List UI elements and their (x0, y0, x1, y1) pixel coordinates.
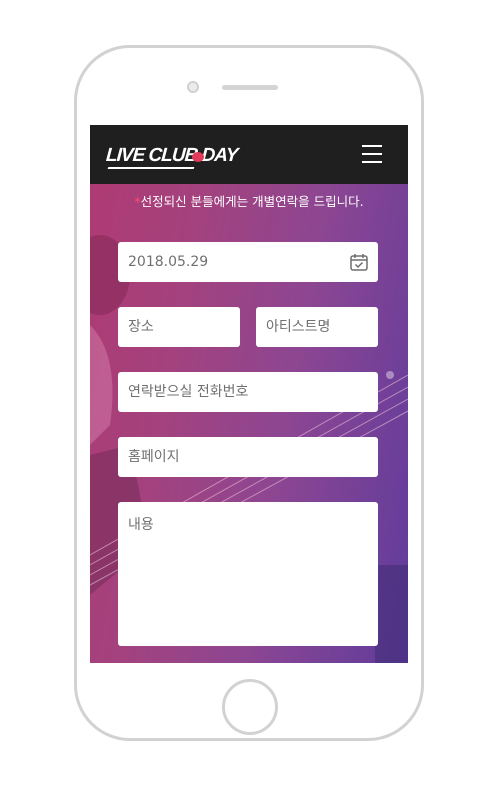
top-navigation-bar: LIVE CLUB DAY (90, 125, 408, 184)
artist-name-input[interactable] (266, 319, 368, 335)
content-textarea[interactable] (128, 514, 368, 634)
phone-field[interactable] (118, 372, 378, 412)
place-field[interactable] (118, 307, 240, 347)
phone-number-input[interactable] (128, 384, 368, 400)
notice-text: 선정되신 분들에게는 개별연락을 드립니다. (140, 194, 364, 209)
place-input[interactable] (128, 319, 230, 335)
hamburger-menu-icon[interactable] (362, 145, 382, 164)
homepage-input[interactable] (128, 449, 368, 465)
content-field[interactable] (118, 502, 378, 646)
date-input[interactable] (128, 254, 368, 270)
logo-dot-mark (192, 152, 204, 162)
homepage-field[interactable] (118, 437, 378, 477)
logo-text: LIVE CLUB DAY (105, 145, 239, 166)
phone-home-button (222, 679, 278, 735)
date-field[interactable] (118, 242, 378, 282)
artist-field[interactable] (256, 307, 378, 347)
selection-notice: *선정되신 분들에게는 개별연락을 드립니다. (90, 191, 408, 210)
phone-speaker (222, 85, 278, 90)
calendar-check-icon[interactable] (350, 253, 368, 271)
logo-underline (107, 167, 195, 169)
phone-camera (187, 81, 199, 93)
phone-screen: LIVE CLUB DAY *선정되신 분들에게는 개별연락을 드립니다. (90, 125, 408, 663)
